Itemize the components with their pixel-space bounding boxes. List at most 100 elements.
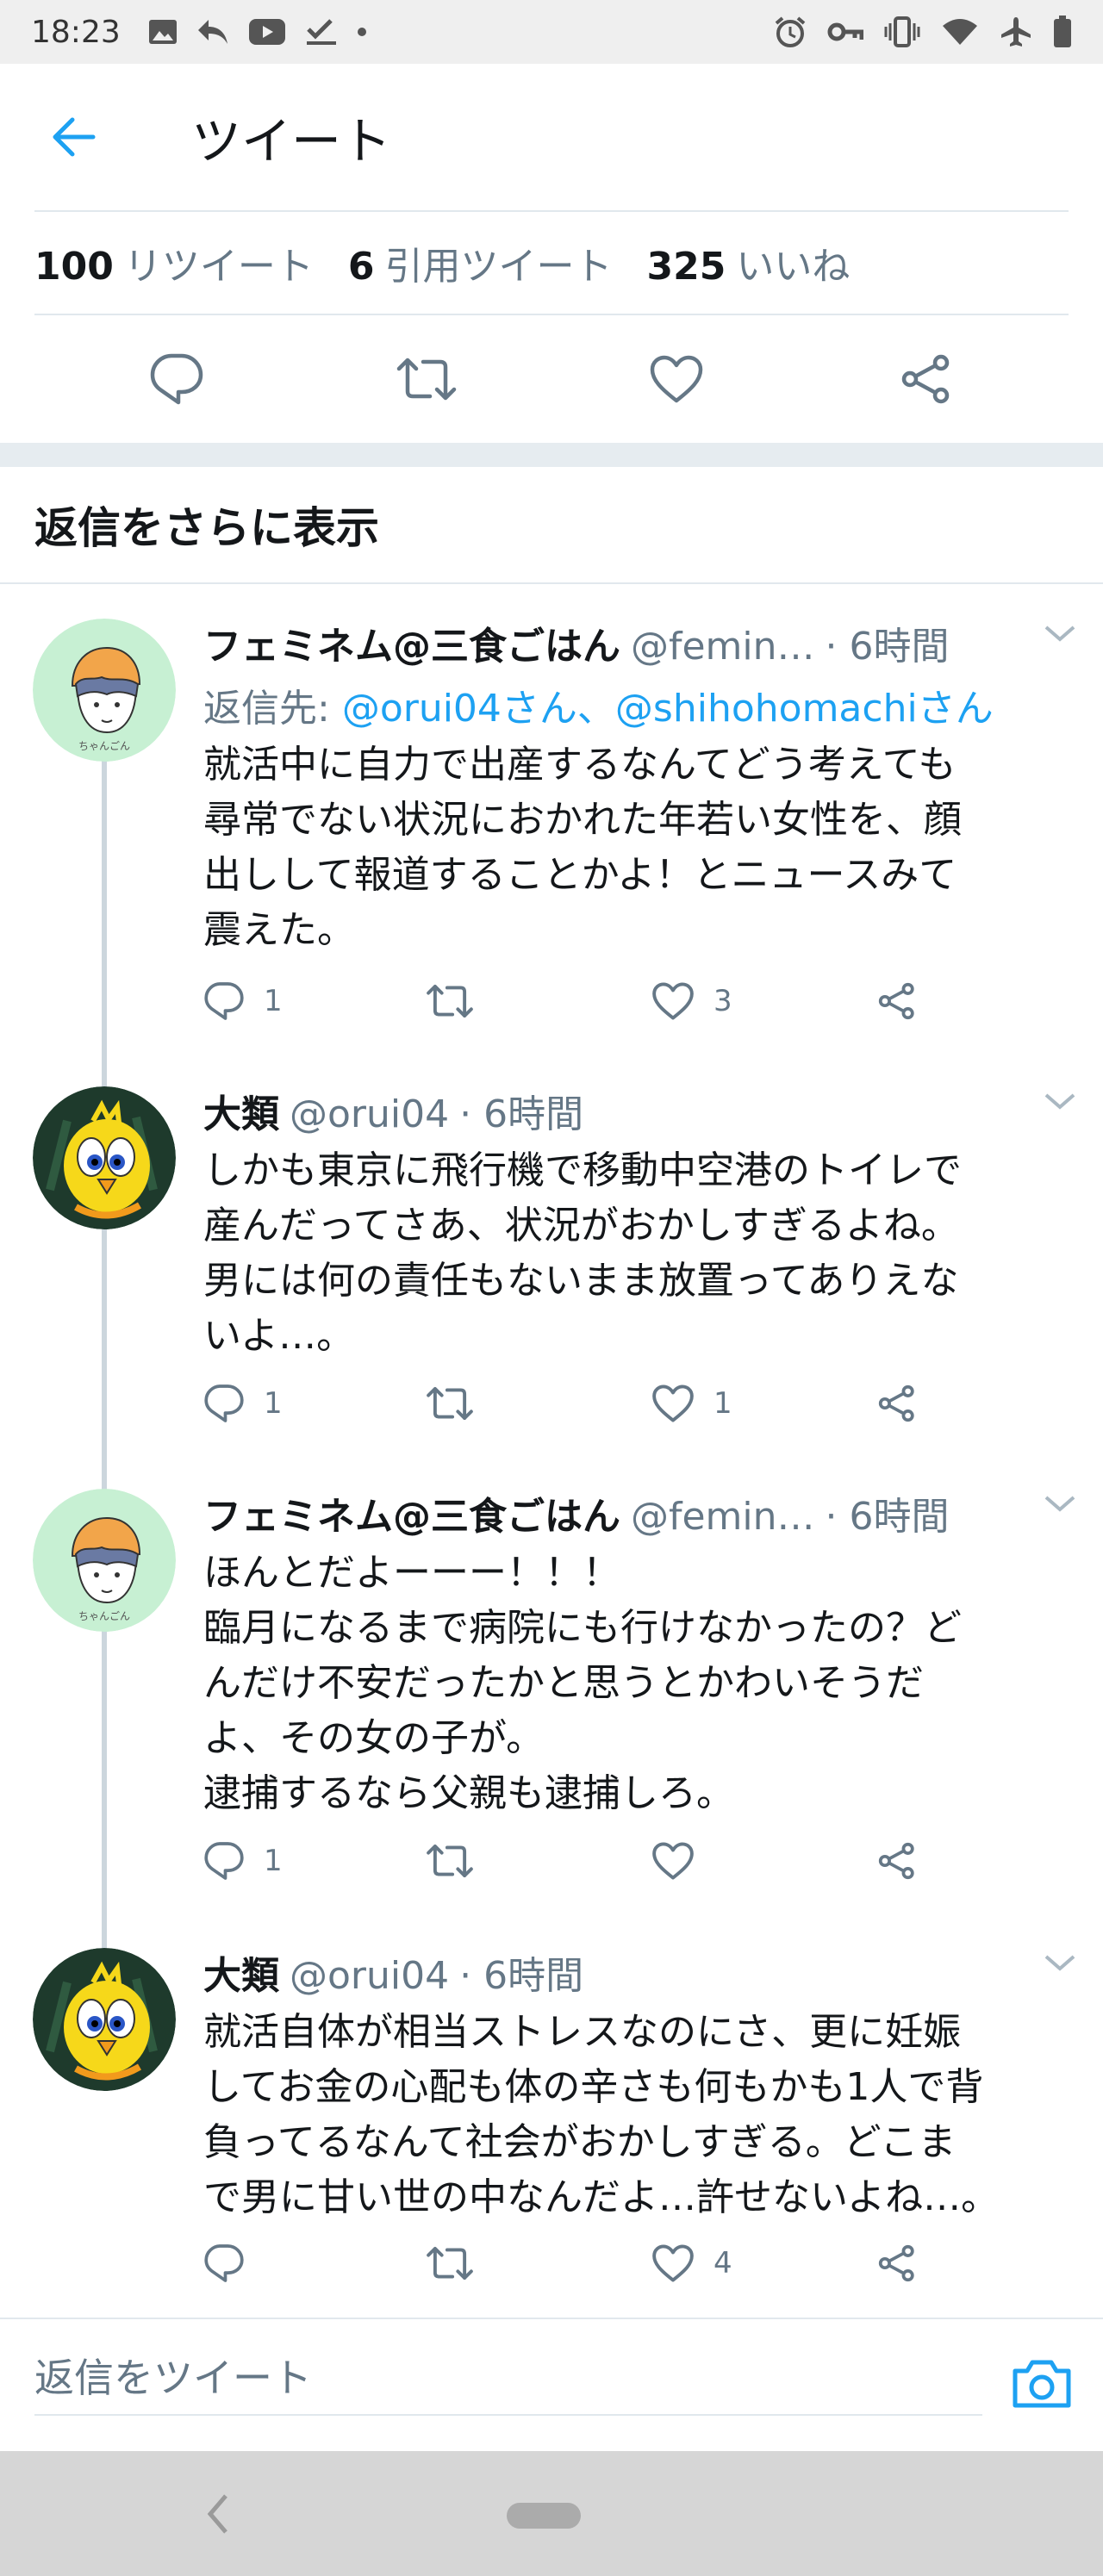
share-button[interactable] xyxy=(877,1835,917,1887)
tweet-time: · 6時間 xyxy=(459,1954,584,1998)
tweet-actions: 1 1 xyxy=(203,1378,944,1429)
reply-button[interactable] xyxy=(142,345,211,414)
tweet-time: · 6時間 xyxy=(825,625,950,669)
like-icon xyxy=(650,355,703,403)
chevron-down-icon[interactable] xyxy=(1043,1494,1077,1516)
reply-to-line: 返信先: @orui04さん、@shihohomachiさん xyxy=(203,677,1077,732)
like-button[interactable]: 3 xyxy=(651,975,732,1027)
likes-stat[interactable]: 325 いいね xyxy=(646,235,850,290)
tweet-header: フェミネム@三食ごはん @femin… · 6時間 xyxy=(203,615,1077,670)
reply-count: 1 xyxy=(264,984,283,1018)
tweet-text: 就活中に自力で出産するなんてどう考えても 尋常でない状況におかれた年若い女性を、… xyxy=(203,743,962,952)
chevron-down-icon[interactable] xyxy=(1043,1092,1077,1114)
tweet-text: しかも東京に飛行機で移動中空港のトイレで 産んだってさあ、状況がおかしすぎるよね… xyxy=(203,1148,962,1358)
show-more-replies[interactable]: 返信をさらに表示 xyxy=(0,467,1103,584)
camera-button[interactable] xyxy=(1012,2357,1072,2409)
reply-to-label: 返信先: xyxy=(203,687,342,731)
avatar-feminem[interactable]: ちゃんごん xyxy=(33,619,176,762)
share-button[interactable] xyxy=(877,1378,917,1429)
author-handle[interactable]: @orui04 xyxy=(290,1954,449,1998)
retweets-stat[interactable]: 100 リツイート xyxy=(34,235,314,290)
tweet-time: · 6時間 xyxy=(825,1495,950,1539)
chevron-down-icon[interactable] xyxy=(1043,1953,1077,1976)
share-button[interactable] xyxy=(877,2237,917,2289)
quote-tweets-count: 6 xyxy=(347,245,375,289)
airplane-mode-icon xyxy=(1000,16,1032,48)
tweet-header: 大類 @orui04 · 6時間 xyxy=(203,1083,1077,1138)
share-icon xyxy=(878,982,914,1020)
like-icon xyxy=(652,1384,694,1422)
like-icon xyxy=(652,1842,694,1880)
author-name[interactable]: フェミネム@三食ごはん xyxy=(203,1485,620,1540)
share-icon xyxy=(878,2244,914,2282)
like-button[interactable] xyxy=(642,345,711,414)
chevron-left-icon xyxy=(207,2494,227,2534)
retweet-icon xyxy=(427,2246,473,2280)
like-button[interactable]: 1 xyxy=(651,1378,732,1429)
section-divider xyxy=(0,443,1103,467)
reply-button[interactable]: 1 xyxy=(203,1835,283,1887)
task-done-icon xyxy=(305,17,338,47)
likes-count: 325 xyxy=(646,245,726,289)
like-icon xyxy=(652,2244,694,2282)
like-button[interactable] xyxy=(651,1835,714,1887)
like-count: 3 xyxy=(714,984,732,1018)
reply-input[interactable]: 返信をツイート xyxy=(34,2352,982,2416)
reply-icon xyxy=(204,2244,244,2282)
likes-label: いいね xyxy=(736,245,851,289)
system-back-button[interactable] xyxy=(205,2492,231,2539)
tweet-time: · 6時間 xyxy=(459,1092,584,1136)
reply-mentions[interactable]: @orui04さん、@shihohomachiさん xyxy=(342,687,994,731)
retweet-button[interactable] xyxy=(426,2237,474,2289)
share-button[interactable] xyxy=(892,345,961,414)
like-icon xyxy=(652,982,694,1020)
reply-icon xyxy=(204,982,244,1020)
tweet-header: フェミネム@三食ごはん @femin… · 6時間 xyxy=(203,1485,1077,1540)
tweet-text: ほんとだよーーー！！！ 臨月になるまで病院にも行けなかったの？ど んだけ不安だっ… xyxy=(203,1551,962,1815)
reply-button[interactable]: 1 xyxy=(203,1378,283,1429)
like-button[interactable]: 4 xyxy=(651,2237,732,2289)
camera-icon xyxy=(1013,2360,1071,2408)
share-icon xyxy=(901,354,950,404)
avatar-orui[interactable] xyxy=(33,1086,176,1229)
retweet-icon xyxy=(427,984,473,1018)
app-bar: ツイート xyxy=(0,64,1103,210)
reply-composer: 返信をツイート xyxy=(0,2318,1103,2447)
avatar-orui[interactable] xyxy=(33,1948,176,2091)
thread-line xyxy=(102,1228,107,1490)
chevron-down-icon[interactable] xyxy=(1043,624,1077,646)
retweet-button[interactable] xyxy=(426,1378,474,1429)
reply-button[interactable]: 1 xyxy=(203,975,283,1027)
reply-count: 1 xyxy=(264,1386,283,1421)
author-handle[interactable]: @femin… xyxy=(631,1495,815,1539)
quote-tweets-label: 引用ツイート xyxy=(384,245,613,289)
system-home-button[interactable] xyxy=(507,2503,581,2529)
reply-button[interactable] xyxy=(203,2237,264,2289)
status-bar: 18:23 xyxy=(0,0,1103,64)
retweet-button[interactable] xyxy=(426,1835,474,1887)
vibrate-icon xyxy=(884,16,920,47)
back-button[interactable] xyxy=(43,107,103,167)
reply-icon xyxy=(150,353,203,405)
avatar-feminem[interactable]: ちゃんごん xyxy=(33,1489,176,1632)
alarm-icon xyxy=(774,16,807,48)
like-count: 4 xyxy=(714,2246,732,2280)
back-arrow-icon xyxy=(53,117,96,157)
author-name[interactable]: 大類 xyxy=(203,1083,279,1138)
retweet-button[interactable] xyxy=(392,345,461,414)
notification-dot-icon xyxy=(357,27,367,37)
retweets-count: 100 xyxy=(34,245,114,289)
svg-text:ちゃんごん: ちゃんごん xyxy=(78,1609,130,1622)
svg-text:ちゃんごん: ちゃんごん xyxy=(78,739,130,752)
main-tweet-actions xyxy=(0,315,1103,443)
author-name[interactable]: 大類 xyxy=(203,1944,279,2000)
author-name[interactable]: フェミネム@三食ごはん xyxy=(203,615,620,670)
retweet-button[interactable] xyxy=(426,975,474,1027)
author-handle[interactable]: @orui04 xyxy=(290,1092,449,1136)
retweet-icon xyxy=(396,358,457,401)
share-icon xyxy=(878,1384,914,1422)
tweet-actions: 1 xyxy=(203,1835,944,1887)
share-button[interactable] xyxy=(877,975,917,1027)
quote-tweets-stat[interactable]: 6 引用ツイート xyxy=(348,235,613,290)
author-handle[interactable]: @femin… xyxy=(631,625,815,669)
